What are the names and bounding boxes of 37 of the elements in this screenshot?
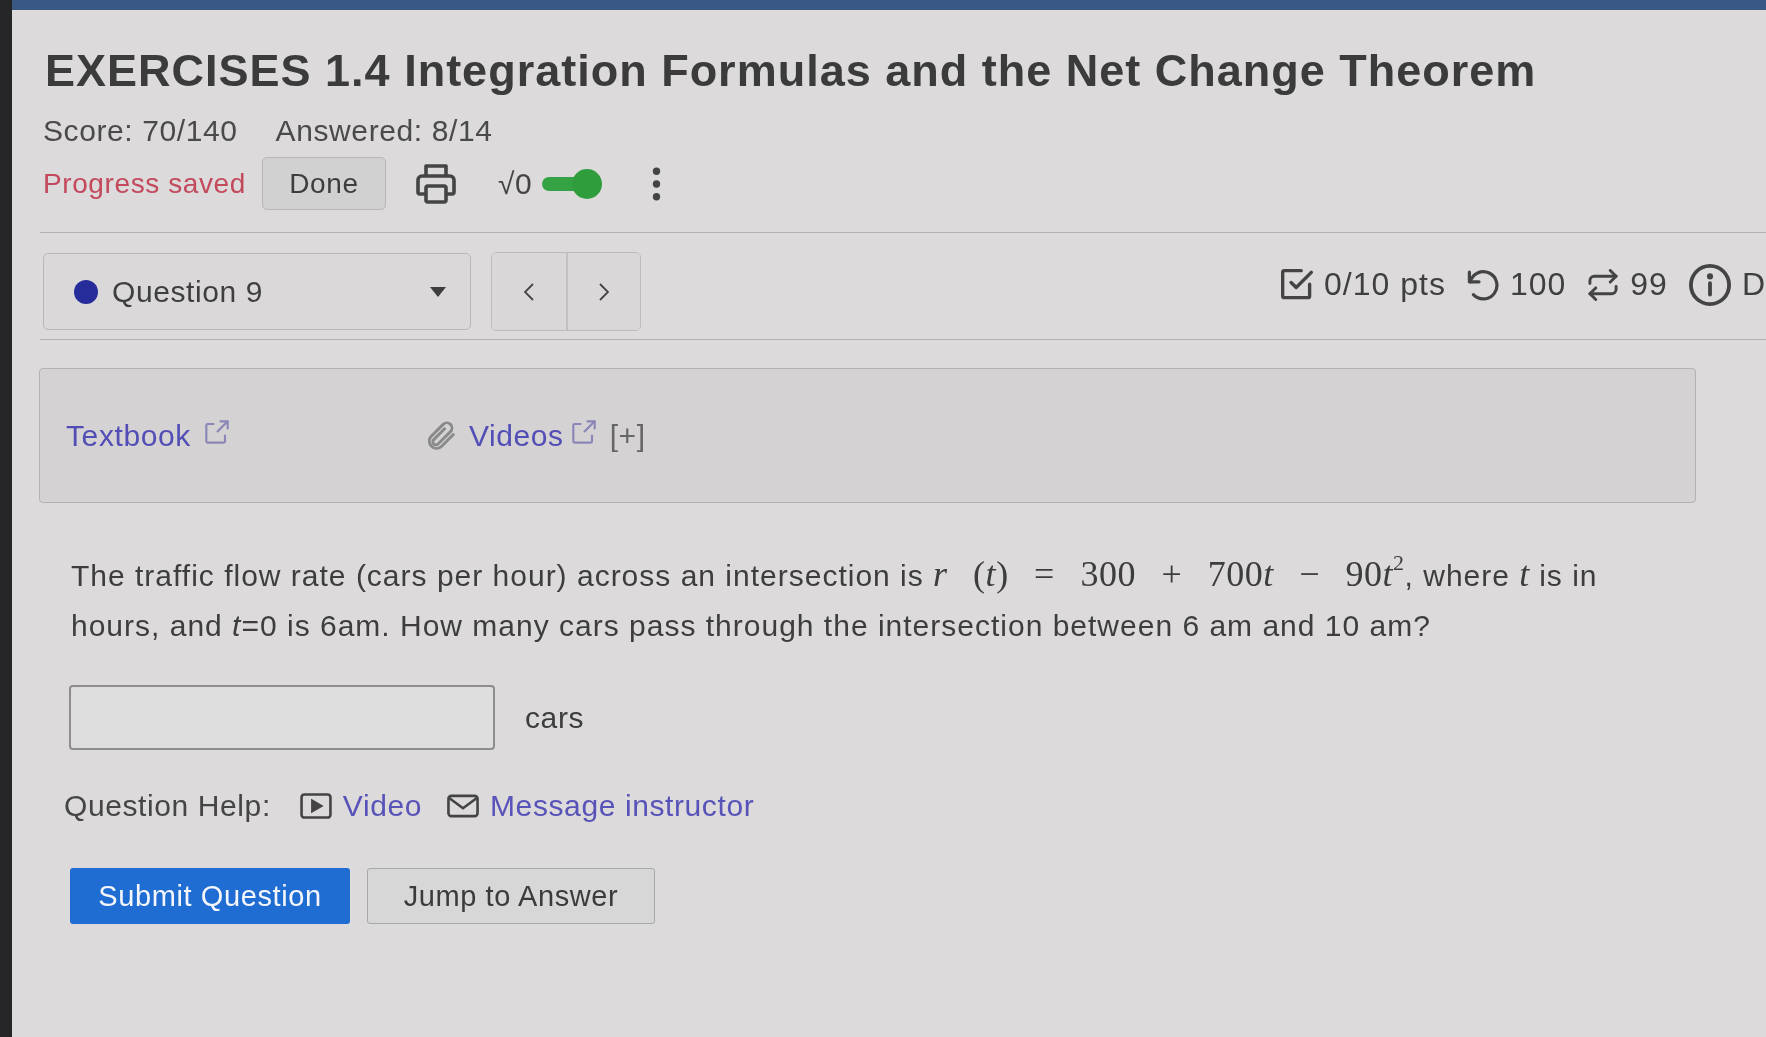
question-help-label: Question Help: — [64, 788, 271, 824]
answer-field[interactable] — [69, 685, 495, 750]
caret-icon — [430, 286, 446, 297]
info-icon[interactable] — [1688, 263, 1731, 306]
answered-text: Answered: 8/14 — [275, 114, 493, 148]
expand-button[interactable]: [+] — [609, 418, 646, 453]
videos-link[interactable]: Videos — [468, 418, 596, 453]
message-instructor-link[interactable]: Message instructor — [447, 786, 755, 826]
external-link-icon — [571, 419, 596, 444]
retries-count: 100 — [1509, 266, 1567, 303]
question-select[interactable]: Question 9 — [43, 253, 471, 330]
play-icon — [299, 793, 332, 819]
checkbox-icon — [1281, 268, 1314, 301]
chevron-right-icon — [599, 282, 609, 301]
details-link[interactable]: D — [1741, 266, 1766, 303]
submit-question-button[interactable]: Submit Question — [70, 868, 350, 924]
mail-icon — [447, 793, 480, 819]
more-options-icon[interactable] — [652, 166, 662, 201]
status-dot-icon — [74, 279, 98, 304]
repeat-icon — [1587, 268, 1620, 301]
toggle-switch[interactable] — [540, 168, 603, 199]
page-title: EXERCISES 1.4 Integration Formulas and the Net Change Theorem — [45, 44, 1538, 98]
video-link[interactable]: Video — [299, 786, 423, 826]
points-text: 0/10 pts — [1324, 266, 1446, 303]
done-button[interactable]: Done — [261, 157, 386, 210]
math-entry-label: √0 — [497, 166, 533, 201]
textbook-link[interactable]: Textbook — [66, 418, 229, 453]
attempts-count: 99 — [1630, 266, 1668, 303]
chevron-left-icon — [524, 282, 534, 301]
progress-status: Progress saved — [43, 167, 246, 200]
undo-icon — [1466, 268, 1499, 301]
print-icon[interactable] — [415, 163, 456, 204]
question-text: The traffic flow rate (cars per hour) across an intersection is r (t) = 300 + 700t − 90t$^{2}$, where t is in hours, and t=0 is 6am. How many cars pass through the intersection between 6 am and 10 am? — [71, 549, 1599, 644]
external-link-icon — [204, 419, 229, 444]
score-text: Score: 70/140 — [43, 114, 238, 148]
jump-to-answer-button[interactable]: Jump to Answer — [367, 868, 655, 924]
unit-label: cars — [525, 700, 585, 735]
